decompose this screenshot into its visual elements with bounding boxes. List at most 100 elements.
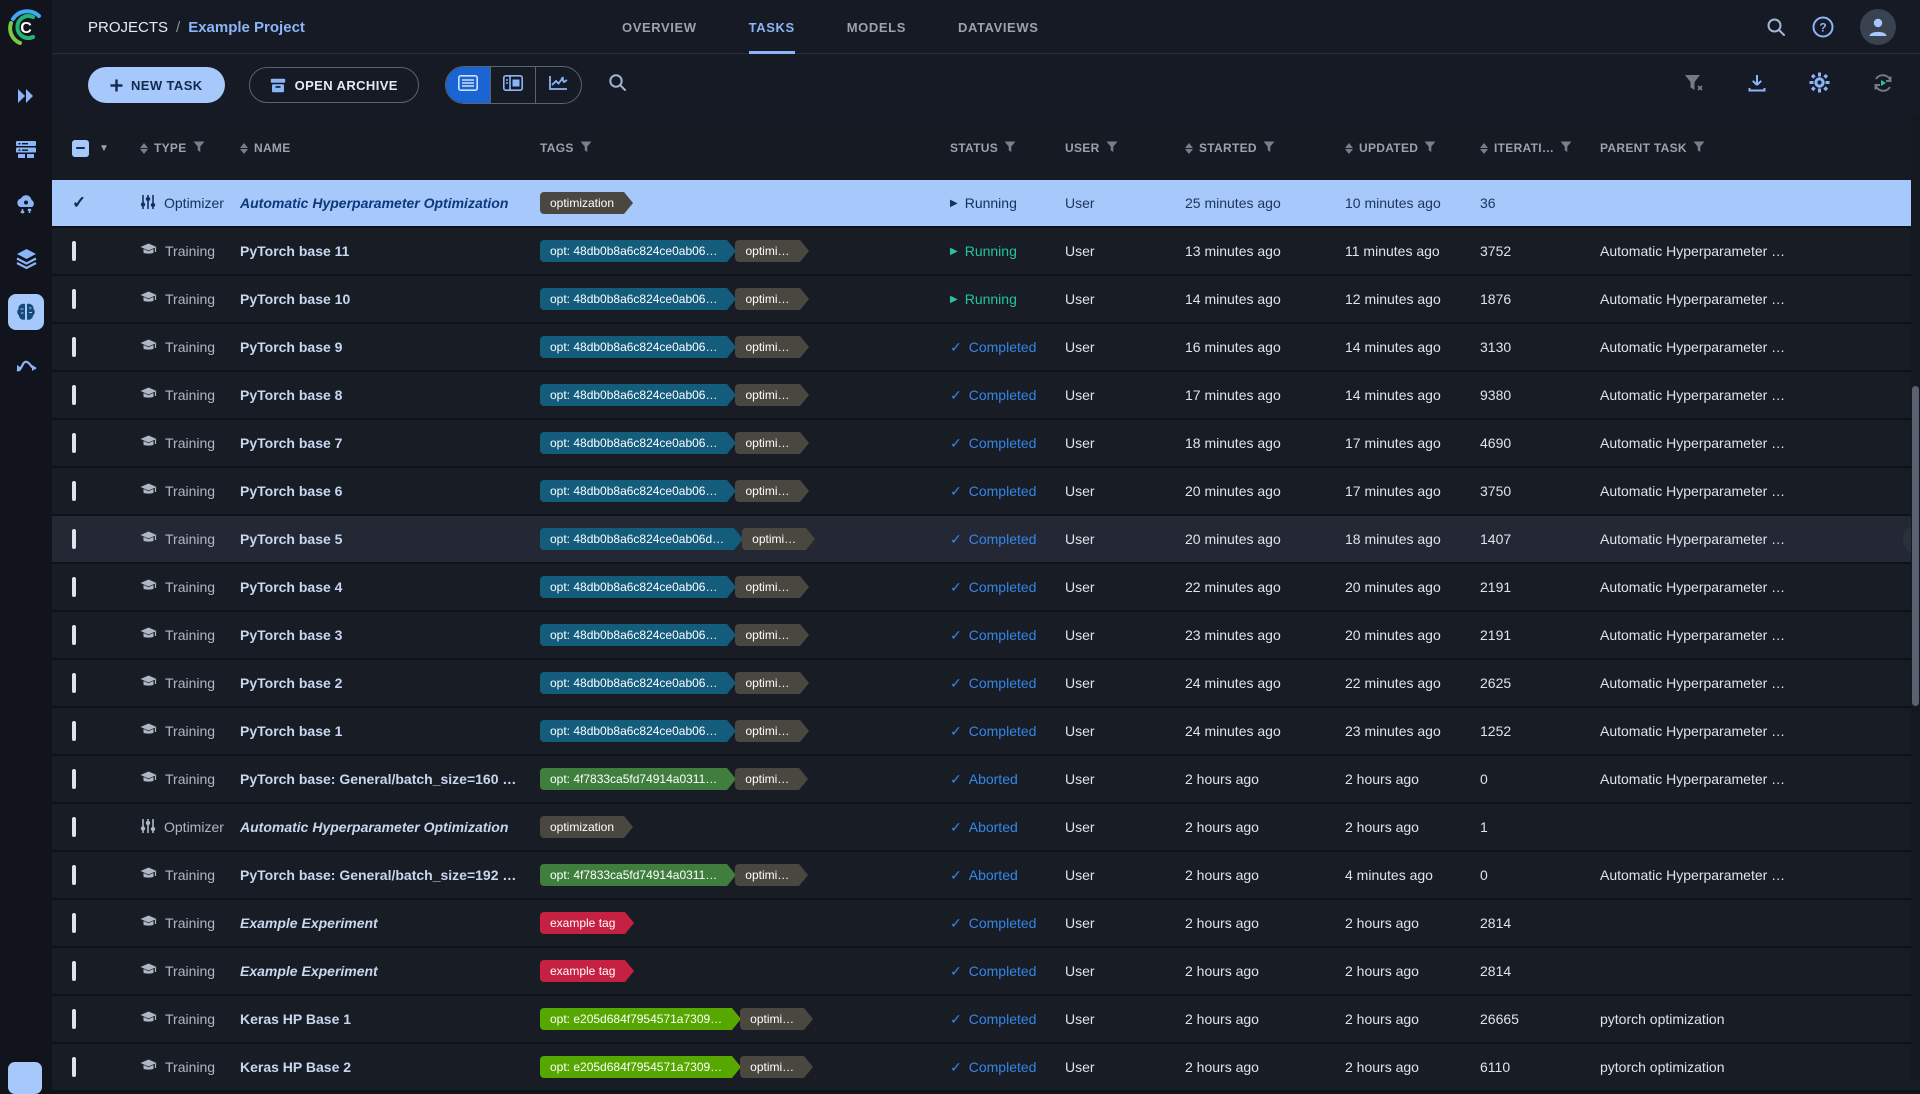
column-header-type[interactable]: TYPE	[140, 141, 240, 156]
row-checkbox[interactable]	[72, 961, 76, 981]
tab-dataviews[interactable]: DATAVIEWS	[958, 0, 1039, 54]
chart-view-button[interactable]	[536, 67, 581, 103]
row-checkbox[interactable]	[72, 625, 76, 645]
task-name[interactable]: Example Experiment	[240, 963, 540, 979]
row-checkbox[interactable]	[72, 289, 76, 309]
breadcrumb-projects[interactable]: PROJECTS	[88, 19, 168, 36]
task-name[interactable]: PyTorch base 1	[240, 723, 540, 739]
tag-chip[interactable]: optimi…	[735, 336, 799, 358]
sidebar-item-queues[interactable]	[8, 132, 44, 168]
filter-icon[interactable]	[1263, 141, 1275, 156]
tag-chip[interactable]: optimization	[540, 816, 624, 838]
sidebar-item-datasets[interactable]	[8, 240, 44, 276]
tag-chip[interactable]: opt: 4f7833ca5fd74914a0311…	[540, 768, 727, 790]
task-row[interactable]: Training PyTorch base: General/batch_siz…	[52, 756, 1920, 804]
task-name[interactable]: Keras HP Base 2	[240, 1059, 540, 1075]
filter-clear-icon[interactable]	[1683, 73, 1705, 98]
task-row[interactable]: Training Example Experiment example tag …	[52, 900, 1920, 948]
task-name[interactable]: PyTorch base 8	[240, 387, 540, 403]
tag-chip[interactable]: optimi…	[740, 1008, 804, 1030]
task-row[interactable]: Training PyTorch base 8 opt: 48db0b8a6c8…	[52, 372, 1920, 420]
new-task-button[interactable]: NEW TASK	[88, 67, 225, 103]
task-name[interactable]: PyTorch base 4	[240, 579, 540, 595]
column-header-parent[interactable]: PARENT TASK	[1600, 141, 1920, 156]
sidebar-item-pipelines[interactable]	[8, 348, 44, 384]
select-all-checkbox[interactable]	[72, 140, 89, 157]
filter-icon[interactable]	[1004, 141, 1016, 156]
task-row[interactable]: Training PyTorch base 6 opt: 48db0b8a6c8…	[52, 468, 1920, 516]
breadcrumb-current-project[interactable]: Example Project	[188, 19, 305, 36]
tag-chip[interactable]: optimization	[540, 192, 624, 214]
tag-chip[interactable]: opt: e205d684f7954571a7309…	[540, 1008, 732, 1030]
row-checkbox[interactable]	[72, 337, 76, 357]
tag-chip[interactable]: opt: 48db0b8a6c824ce0ab06…	[540, 240, 727, 262]
row-checkbox[interactable]	[72, 481, 76, 501]
download-icon[interactable]	[1747, 73, 1767, 98]
tag-chip[interactable]: optimi…	[735, 672, 799, 694]
tag-chip[interactable]: opt: 48db0b8a6c824ce0ab06…	[540, 336, 727, 358]
sort-icon[interactable]	[1480, 143, 1488, 154]
tag-chip[interactable]: optimi…	[735, 768, 799, 790]
row-checkbox[interactable]	[72, 1057, 76, 1077]
tag-chip[interactable]: optimi…	[735, 864, 799, 886]
sort-icon[interactable]	[1345, 143, 1353, 154]
task-name[interactable]: PyTorch base: General/batch_size=160 Gen…	[240, 771, 540, 787]
filter-icon[interactable]	[1106, 141, 1118, 156]
column-header-name[interactable]: NAME	[240, 141, 540, 155]
clearml-logo[interactable]: C	[0, 0, 52, 54]
filter-icon[interactable]	[193, 141, 205, 156]
row-checkbox[interactable]	[72, 769, 76, 789]
task-name[interactable]: Example Experiment	[240, 915, 540, 931]
column-header-user[interactable]: USER	[1065, 141, 1185, 156]
tag-chip[interactable]: example tag	[540, 960, 625, 982]
tag-chip[interactable]: opt: e205d684f7954571a7309…	[540, 1056, 732, 1078]
tag-chip[interactable]: optimi…	[735, 576, 799, 598]
filter-icon[interactable]	[1424, 141, 1436, 156]
tag-chip[interactable]: optimi…	[742, 528, 806, 550]
filter-icon[interactable]	[1560, 141, 1572, 156]
row-checkbox[interactable]	[72, 433, 76, 453]
tab-tasks[interactable]: TASKS	[749, 0, 795, 54]
column-header-updated[interactable]: UPDATED	[1345, 141, 1480, 156]
task-row[interactable]: Training PyTorch base 3 opt: 48db0b8a6c8…	[52, 612, 1920, 660]
column-header-iterations[interactable]: ITERATI…	[1480, 141, 1600, 156]
tab-overview[interactable]: OVERVIEW	[622, 0, 697, 54]
filter-icon[interactable]	[580, 141, 592, 156]
tag-chip[interactable]: optimi…	[740, 1056, 804, 1078]
task-name[interactable]: Keras HP Base 1	[240, 1011, 540, 1027]
row-checkbox[interactable]	[72, 865, 76, 885]
row-checkbox[interactable]	[72, 817, 76, 837]
search-icon[interactable]	[1766, 17, 1786, 37]
tag-chip[interactable]: opt: 48db0b8a6c824ce0ab06…	[540, 672, 727, 694]
task-row[interactable]: Training PyTorch base 10 opt: 48db0b8a6c…	[52, 276, 1920, 324]
task-name[interactable]: PyTorch base 6	[240, 483, 540, 499]
task-name[interactable]: PyTorch base 3	[240, 627, 540, 643]
scrollbar-thumb[interactable]	[1912, 386, 1919, 706]
row-checkbox[interactable]	[72, 529, 76, 549]
row-checkbox[interactable]	[72, 721, 76, 741]
task-row[interactable]: ✓ Optimizer Automatic Hyperparameter Opt…	[52, 180, 1920, 228]
task-name[interactable]: PyTorch base 9	[240, 339, 540, 355]
sort-icon[interactable]	[140, 143, 148, 154]
task-row[interactable]: Training PyTorch base 9 opt: 48db0b8a6c8…	[52, 324, 1920, 372]
task-row[interactable]: Training PyTorch base 7 opt: 48db0b8a6c8…	[52, 420, 1920, 468]
column-header-tags[interactable]: TAGS	[540, 141, 950, 156]
task-name[interactable]: PyTorch base 11	[240, 243, 540, 259]
row-checkbox[interactable]	[72, 385, 76, 405]
task-row[interactable]: Training Keras HP Base 1 opt: e205d684f7…	[52, 996, 1920, 1044]
sidebar-item-apps[interactable]	[8, 186, 44, 222]
tag-chip[interactable]: opt: 48db0b8a6c824ce0ab06…	[540, 432, 727, 454]
row-checkbox[interactable]	[72, 913, 76, 933]
task-row[interactable]: Training Keras HP Base 2 opt: e205d684f7…	[52, 1044, 1920, 1092]
sort-icon[interactable]	[240, 143, 248, 154]
task-name[interactable]: PyTorch base 7	[240, 435, 540, 451]
tag-chip[interactable]: optimi…	[735, 624, 799, 646]
task-row[interactable]: Training PyTorch base: General/batch_siz…	[52, 852, 1920, 900]
table-search-icon[interactable]	[608, 73, 627, 97]
column-header-started[interactable]: STARTED	[1185, 141, 1345, 156]
split-view-button[interactable]	[491, 67, 536, 103]
refresh-icon[interactable]	[1872, 72, 1894, 99]
task-name[interactable]: PyTorch base 5	[240, 531, 540, 547]
sidebar-partial-item[interactable]	[8, 1062, 42, 1094]
tag-chip[interactable]: optimi…	[735, 432, 799, 454]
